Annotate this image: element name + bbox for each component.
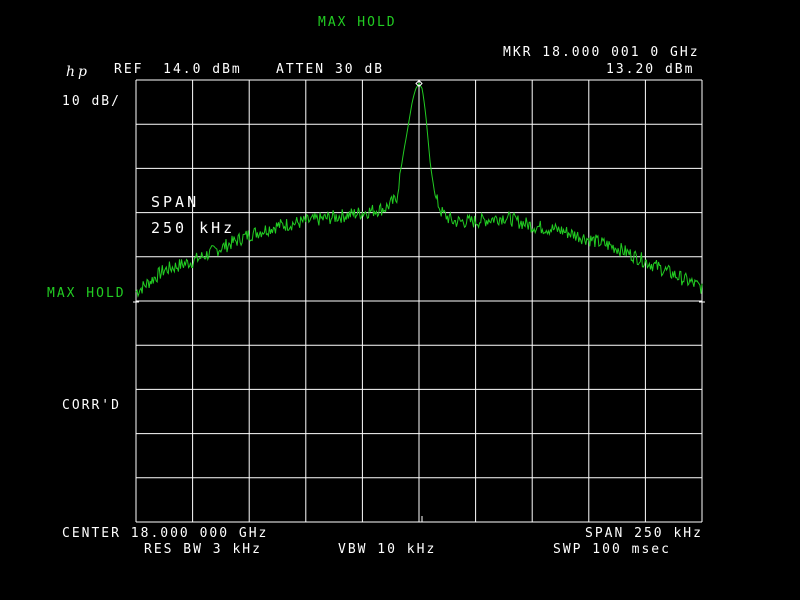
side-mode-label: MAX HOLD	[47, 286, 126, 301]
hp-logo: hp	[66, 64, 90, 80]
span-annotation-label: SPAN	[151, 193, 200, 211]
graticule-grid	[135, 79, 703, 523]
span-readout: SPAN 250 kHz	[585, 526, 703, 541]
marker-level: 13.20 dBm	[606, 62, 695, 77]
attenuation: ATTEN 30 dB	[276, 62, 385, 77]
resolution-bandwidth: RES BW 3 kHz	[144, 542, 262, 557]
reference-level: REF 14.0 dBm	[114, 62, 242, 77]
mode-title: MAX HOLD	[318, 15, 397, 30]
sweep-time: SWP 100 msec	[553, 542, 671, 557]
corrected-indicator: CORR'D	[62, 398, 121, 413]
span-annotation-value: 250 kHz	[151, 219, 236, 237]
video-bandwidth: VBW 10 kHz	[338, 542, 437, 557]
scale-per-division: 10 dB/	[62, 94, 121, 109]
marker-frequency: MKR 18.000 001 0 GHz	[503, 45, 700, 60]
center-frequency: CENTER 18.000 000 GHz	[62, 526, 269, 541]
